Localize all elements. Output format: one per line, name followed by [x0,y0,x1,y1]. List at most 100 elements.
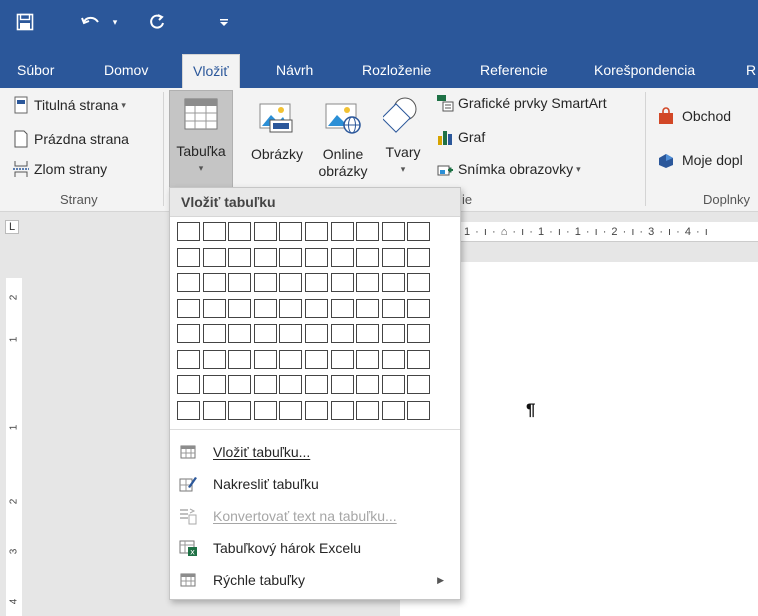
save-icon[interactable] [10,8,40,36]
grid-cell[interactable] [305,324,328,343]
grid-cell[interactable] [177,273,200,292]
grid-cell[interactable] [202,222,226,241]
grid-cell[interactable] [305,375,328,394]
grid-cell[interactable] [356,222,380,241]
grid-cell[interactable] [228,222,252,241]
grid-cell[interactable] [228,273,252,292]
grid-cell[interactable] [381,222,405,241]
online-pictures-button[interactable]: Online obrázky [312,90,374,180]
grid-cell[interactable] [279,247,303,267]
grid-cell[interactable] [330,247,354,267]
grid-cell[interactable] [407,349,431,369]
tab-vlozit[interactable]: Vložiť [182,54,240,89]
menu-excel-sheet[interactable]: x Tabuľkový hárok Excelu [170,532,460,564]
undo-dropdown-icon[interactable]: ▾ [108,8,122,36]
table-button[interactable]: Tabuľka ▾ [169,90,233,188]
grid-cell[interactable] [279,298,303,318]
grid-cell[interactable] [253,375,277,394]
grid-cell[interactable] [356,375,380,394]
grid-cell[interactable] [356,273,380,292]
grid-cell[interactable] [381,273,405,292]
grid-cell[interactable] [330,375,354,394]
menu-insert-table[interactable]: Vložiť tabuľku... [170,436,460,468]
grid-cell[interactable] [253,247,277,267]
tab-rozlozenie[interactable]: Rozloženie [362,54,431,88]
grid-cell[interactable] [253,400,277,420]
grid-cell[interactable] [381,349,405,369]
grid-cell[interactable] [202,324,226,343]
grid-cell[interactable] [177,400,200,420]
grid-cell[interactable] [407,298,431,318]
grid-cell[interactable] [177,375,200,394]
grid-cell[interactable] [177,324,200,343]
grid-cell[interactable] [279,375,303,394]
tab-subor[interactable]: Súbor [17,54,54,88]
grid-cell[interactable] [279,349,303,369]
grid-cell[interactable] [253,324,277,343]
tab-r[interactable]: R [746,54,756,88]
tab-navrh[interactable]: Návrh [276,54,313,88]
grid-cell[interactable] [279,273,303,292]
blank-page-button[interactable]: Prázdna strana [12,130,129,148]
page-break-button[interactable]: Zlom strany [12,160,107,178]
pictures-button[interactable]: Obrázky [246,90,308,163]
shapes-button[interactable]: Tvary ▾ [380,90,426,178]
grid-cell[interactable] [407,273,431,292]
grid-cell[interactable] [202,273,226,292]
grid-cell[interactable] [356,247,380,267]
grid-cell[interactable] [330,349,354,369]
tab-korespondencia[interactable]: Korešpondencia [594,54,695,88]
grid-cell[interactable] [356,298,380,318]
grid-cell[interactable] [305,400,328,420]
grid-cell[interactable] [407,400,431,420]
grid-cell[interactable] [330,298,354,318]
grid-cell[interactable] [330,222,354,241]
smartart-button[interactable]: Grafické prvky SmartArt [436,94,607,112]
screenshot-button[interactable]: Snímka obrazovky ▾ [436,160,581,178]
grid-cell[interactable] [381,324,405,343]
grid-cell[interactable] [330,273,354,292]
grid-cell[interactable] [356,400,380,420]
grid-cell[interactable] [305,247,328,267]
grid-cell[interactable] [202,247,226,267]
grid-cell[interactable] [407,375,431,394]
grid-cell[interactable] [228,375,252,394]
grid-cell[interactable] [381,247,405,267]
grid-cell[interactable] [228,324,252,343]
customize-qat-icon[interactable] [214,8,234,36]
my-addins-button[interactable]: Moje dopl [656,150,743,170]
tab-domov[interactable]: Domov [104,54,148,88]
grid-cell[interactable] [228,400,252,420]
chart-button[interactable]: Graf [436,128,485,146]
grid-cell[interactable] [202,375,226,394]
grid-cell[interactable] [305,349,328,369]
grid-cell[interactable] [407,324,431,343]
grid-cell[interactable] [253,273,277,292]
menu-draw-table[interactable]: Nakresliť tabuľku [170,468,460,500]
grid-cell[interactable] [279,324,303,343]
grid-cell[interactable] [202,298,226,318]
menu-quick-tables[interactable]: Rýchle tabuľky ▶ [170,564,460,596]
grid-cell[interactable] [305,273,328,292]
store-button[interactable]: Obchod [656,106,731,126]
grid-cell[interactable] [330,400,354,420]
grid-cell[interactable] [407,247,431,267]
grid-cell[interactable] [381,375,405,394]
grid-cell[interactable] [356,349,380,369]
grid-cell[interactable] [228,247,252,267]
menu-convert-text[interactable]: Konvertovať text na tabuľku... [170,500,460,532]
grid-cell[interactable] [253,298,277,318]
grid-cell[interactable] [228,298,252,318]
grid-cell[interactable] [356,324,380,343]
grid-cell[interactable] [407,222,431,241]
grid-cell[interactable] [177,349,200,369]
grid-cell[interactable] [202,400,226,420]
tab-selector[interactable]: L [5,220,19,234]
grid-cell[interactable] [330,324,354,343]
undo-icon[interactable] [76,8,106,36]
grid-cell[interactable] [177,222,200,241]
grid-cell[interactable] [177,247,200,267]
grid-cell[interactable] [177,298,200,318]
cover-page-button[interactable]: Titulná strana ▾ [12,96,126,114]
grid-cell[interactable] [279,222,303,241]
